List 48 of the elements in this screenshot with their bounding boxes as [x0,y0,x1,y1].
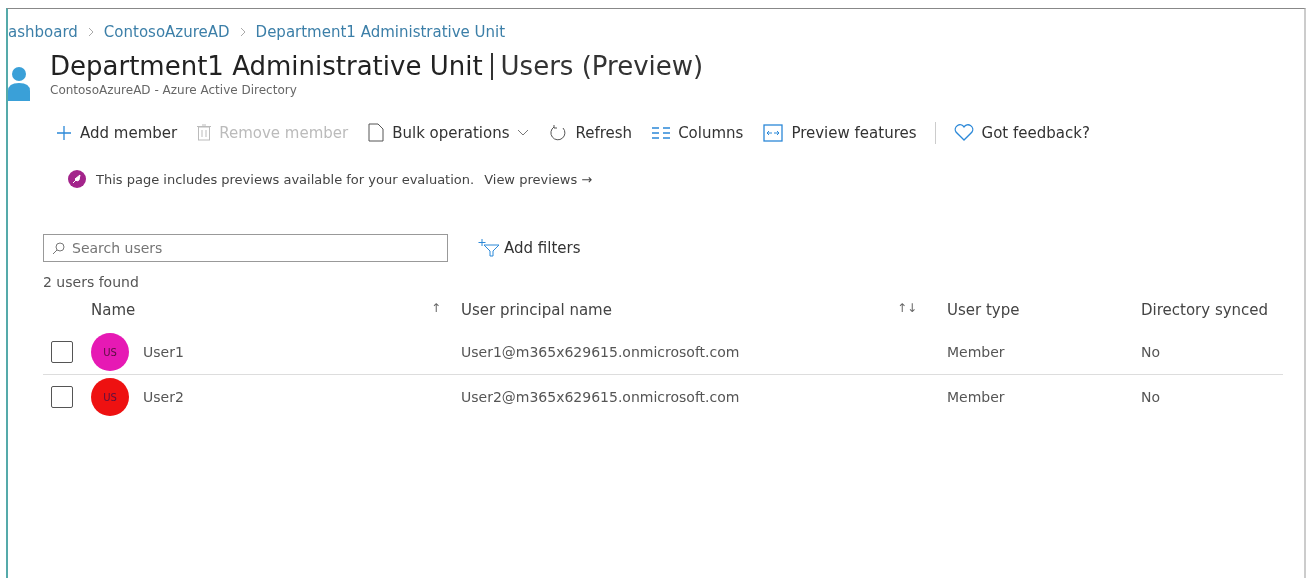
refresh-icon [549,123,568,142]
view-previews-link[interactable]: View previews → [484,171,593,187]
table-cell: No [1141,389,1161,405]
table-cell: Member [947,344,1005,360]
sort-indicator[interactable]: ↑↓ [896,301,917,319]
search-icon [52,242,65,255]
rocket-badge-icon [68,170,86,188]
toolbar-button[interactable]: Got feedback? [951,119,1092,146]
chevron-right-icon [239,27,246,37]
breadcrumb-link[interactable]: ashboard [8,23,78,41]
column-header[interactable]: Name [91,301,136,319]
heart-icon [953,123,974,142]
plus-icon [56,124,72,141]
trash-icon [197,124,212,141]
toolbar-button[interactable]: Refresh [547,119,635,146]
preview-notice: This page includes previews available for your evaluation. [96,171,475,187]
columns-icon [652,126,671,139]
add-filters-button[interactable]: Add filters [472,238,587,258]
sort-indicator[interactable]: ↑ [430,301,441,319]
user-name[interactable]: User1 [143,344,184,360]
breadcrumb-link[interactable]: Department1 Administrative Unit [255,23,506,41]
document-icon [368,123,385,142]
table-cell: No [1141,344,1161,360]
user-name[interactable]: User2 [143,389,184,405]
column-header[interactable]: Directory synced [1141,301,1269,319]
row-checkbox[interactable] [51,386,73,408]
column-header[interactable]: User principal name [461,301,612,319]
table-cell: User2@m365x629615.onmicrosoft.com [461,389,740,405]
filter-icon [478,239,500,257]
table-cell: Member [947,389,1005,405]
search-field[interactable]: Search users [43,234,448,262]
page-title: Department1 Administrative Unit [50,51,483,81]
table-cell: User1@m365x629615.onmicrosoft.com [461,344,740,360]
row-checkbox[interactable] [51,341,73,363]
page-subtitle: ContosoAzureAD - Azure Active Directory [50,83,298,97]
column-header[interactable]: User type [947,301,1020,319]
toolbar-button[interactable]: Add member [54,119,180,146]
toolbar-button[interactable]: Preview features [761,119,919,146]
user-avatar: US [91,378,129,416]
chevron-down-icon [517,128,530,137]
preview-icon [763,123,784,142]
chevron-right-icon [87,27,94,37]
toolbar-button[interactable]: Columns [650,119,746,146]
user-avatar: US [91,333,129,371]
section-title: Users (Preview) [500,51,704,81]
toolbar-button[interactable]: Bulk operations [366,119,532,146]
result-count: 2 users found [43,274,140,290]
breadcrumb-link[interactable]: ContosoAzureAD [103,23,230,41]
